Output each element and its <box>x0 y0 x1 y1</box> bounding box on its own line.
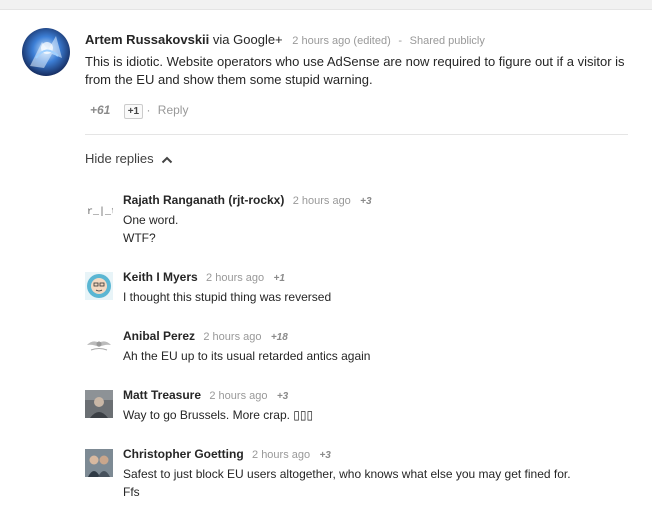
reply-header: Anibal Perez 2 hours ago +18 <box>123 329 288 343</box>
reply-item: Christopher Goetting 2 hours ago +3 Safe… <box>85 447 630 501</box>
author-avatar[interactable] <box>22 28 70 76</box>
plus-one-button[interactable]: +1 <box>123 104 144 119</box>
reply-text-line: Way to go Brussels. More crap. ▯▯▯ <box>123 408 314 422</box>
divider <box>85 134 628 135</box>
reply-text-line: I thought this stupid thing was reversed <box>123 290 332 304</box>
reply-timestamp[interactable]: 2 hours ago <box>293 195 351 207</box>
couple-photo-avatar-icon <box>85 449 113 477</box>
timestamp[interactable]: 2 hours ago (edited) <box>292 35 390 47</box>
reply-plus-count[interactable]: +3 <box>277 391 288 402</box>
author-name[interactable]: Artem Russakovskii <box>85 32 209 47</box>
reply-timestamp[interactable]: 2 hours ago <box>252 449 310 461</box>
chevron-up-icon <box>162 156 173 163</box>
plus-count[interactable]: +61 <box>90 103 110 117</box>
reply-text: Safest to just block EU users altogether… <box>123 465 623 501</box>
reply-link[interactable]: Reply <box>158 103 189 117</box>
reply-timestamp[interactable]: 2 hours ago <box>203 331 261 343</box>
reply-author-name[interactable]: Matt Treasure <box>123 388 201 402</box>
svg-text:r_|_t: r_|_t <box>87 206 113 218</box>
reply-timestamp[interactable]: 2 hours ago <box>206 272 264 284</box>
blue-figure-avatar-icon <box>22 28 70 76</box>
reply-text-line: One word. <box>123 213 179 227</box>
reply-item: Anibal Perez 2 hours ago +18 Ah the EU u… <box>85 329 630 365</box>
reply-item: Keith I Myers 2 hours ago +1 I thought t… <box>85 270 630 306</box>
reply-plus-count[interactable]: +1 <box>274 273 285 284</box>
separator: - <box>398 35 403 47</box>
comment-text: This is idiotic. Website operators who u… <box>85 54 625 87</box>
reply-avatar[interactable] <box>85 331 113 359</box>
reply-text: Way to go Brussels. More crap. ▯▯▯ <box>123 406 623 424</box>
separator: · <box>146 103 151 117</box>
reply-plus-count[interactable]: +3 <box>319 450 330 461</box>
reply-header: Rajath Ranganath (rjt-rockx) 2 hours ago… <box>123 193 372 207</box>
reply-timestamp[interactable]: 2 hours ago <box>209 390 267 402</box>
rjt-logo-avatar-icon: r_|_t <box>85 195 113 223</box>
reply-avatar[interactable] <box>85 272 113 300</box>
reply-text-line: Ffs <box>123 485 140 499</box>
reply-item: r_|_t Rajath Ranganath (rjt-rockx) 2 hou… <box>85 193 630 245</box>
comment-header: Artem Russakovskii via Google+ 2 hours a… <box>85 32 485 47</box>
reply-text: I thought this stupid thing was reversed <box>123 288 623 306</box>
reply-text-line: Ah the EU up to its usual retarded antic… <box>123 349 371 363</box>
reply-header: Christopher Goetting 2 hours ago +3 <box>123 447 331 461</box>
cartoon-face-avatar-icon <box>85 272 113 300</box>
reply-avatar[interactable] <box>85 390 113 418</box>
reply-author-name[interactable]: Keith I Myers <box>123 270 198 284</box>
reply-header: Keith I Myers 2 hours ago +1 <box>123 270 285 284</box>
reply-text-line: Safest to just block EU users altogether… <box>123 467 571 481</box>
reply-header: Matt Treasure 2 hours ago +3 <box>123 388 288 402</box>
hide-replies-label: Hide replies <box>85 151 154 166</box>
reply-avatar[interactable]: r_|_t <box>85 195 113 223</box>
reply-item: Matt Treasure 2 hours ago +3 Way to go B… <box>85 388 630 424</box>
reply-avatar[interactable] <box>85 449 113 477</box>
winged-emblem-avatar-icon <box>85 331 113 359</box>
reply-author-name[interactable]: Christopher Goetting <box>123 447 244 461</box>
reply-text-line: WTF? <box>123 231 156 245</box>
reply-plus-count[interactable]: +3 <box>360 196 371 207</box>
photo-avatar-icon <box>85 390 113 418</box>
top-bar <box>0 0 652 10</box>
reply-author-name[interactable]: Rajath Ranganath (rjt-rockx) <box>123 193 284 207</box>
via-label: via Google+ <box>212 32 283 47</box>
reply-text: Ah the EU up to its usual retarded antic… <box>123 347 623 365</box>
visibility-label: Shared publicly <box>409 35 485 47</box>
reply-text: One word. WTF? <box>123 211 623 247</box>
hide-replies-toggle[interactable]: Hide replies <box>85 151 173 166</box>
comment-actions: +61 +1 · Reply <box>90 103 188 119</box>
reply-author-name[interactable]: Anibal Perez <box>123 329 195 343</box>
reply-plus-count[interactable]: +18 <box>271 332 288 343</box>
